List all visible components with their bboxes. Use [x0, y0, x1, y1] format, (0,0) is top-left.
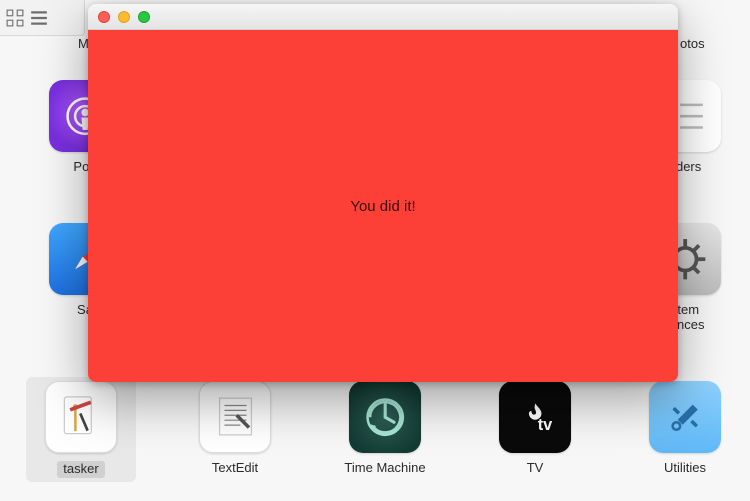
icon-view-icon[interactable] — [6, 9, 24, 27]
obscured-label: otos — [680, 36, 705, 51]
minimize-icon[interactable] — [118, 11, 130, 23]
app-time-machine[interactable]: Time Machine — [330, 381, 440, 478]
finder-toolbar-fragment — [0, 0, 85, 36]
time-machine-icon — [349, 381, 421, 453]
app-label: Time Machine — [344, 461, 425, 476]
app-textedit[interactable]: TextEdit — [180, 381, 290, 478]
app-utilities[interactable]: Utilities — [630, 381, 740, 478]
utilities-folder-icon — [649, 381, 721, 453]
list-view-icon[interactable] — [30, 9, 48, 27]
app-label: TV — [527, 461, 544, 476]
tv-icon: tv — [499, 381, 571, 453]
popup-message: You did it! — [350, 198, 415, 215]
close-icon[interactable] — [98, 11, 110, 23]
finder-window: M otos Pod nders Sa — [0, 0, 750, 501]
zoom-icon[interactable] — [138, 11, 150, 23]
app-label: Utilities — [664, 461, 706, 476]
window-titlebar[interactable] — [88, 4, 678, 30]
app-label: tasker — [57, 461, 104, 478]
tasker-icon — [45, 381, 117, 453]
popup-content: You did it! — [88, 30, 678, 382]
app-label: TextEdit — [212, 461, 258, 476]
popup-window: You did it! — [88, 4, 678, 382]
svg-text:tv: tv — [538, 415, 553, 433]
app-tv[interactable]: tv TV — [480, 381, 590, 478]
textedit-icon — [199, 381, 271, 453]
app-tasker[interactable]: tasker — [26, 377, 136, 482]
